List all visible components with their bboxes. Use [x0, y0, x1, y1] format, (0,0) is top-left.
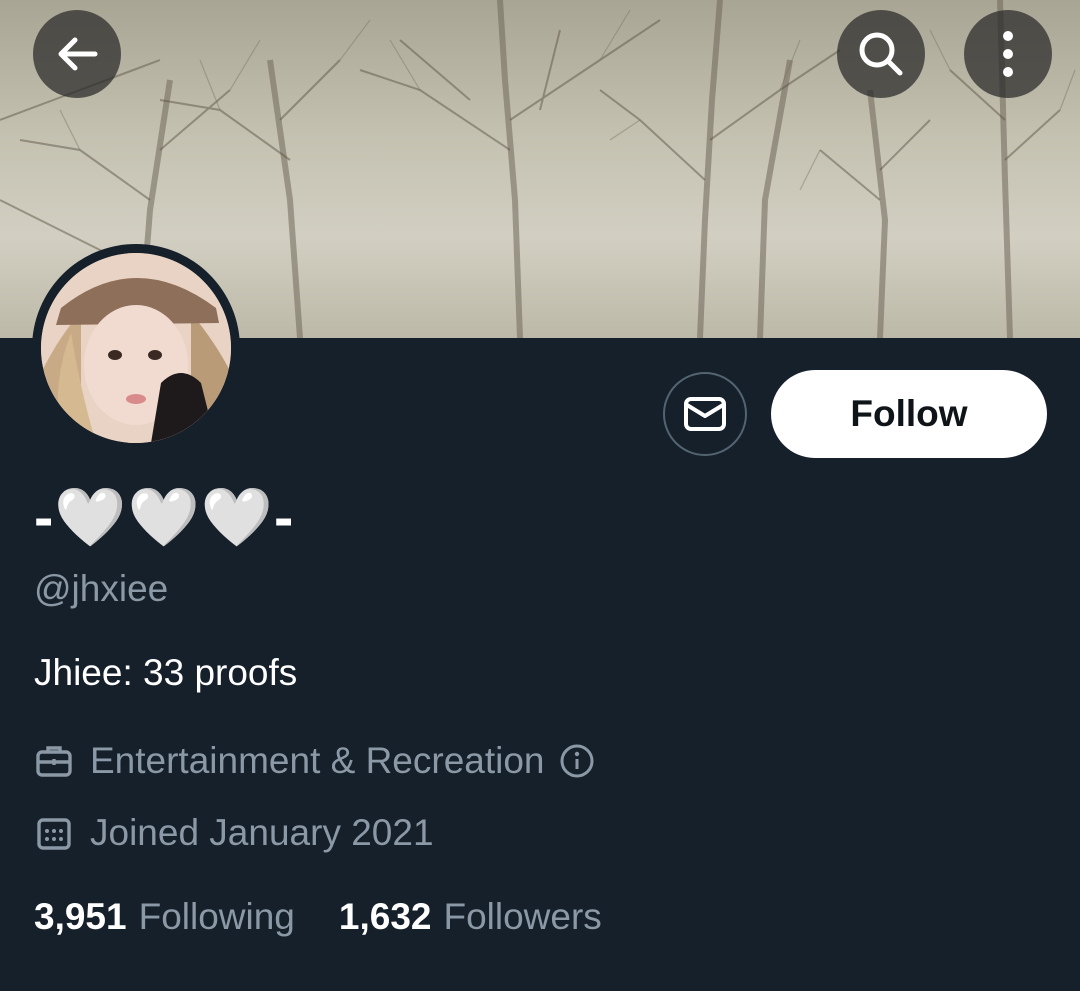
search-button[interactable]	[837, 10, 925, 98]
message-button[interactable]	[663, 372, 747, 456]
more-vertical-icon	[1003, 31, 1013, 77]
arrow-left-icon	[58, 37, 98, 71]
joined-row: Joined January 2021	[34, 812, 434, 854]
profile-avatar[interactable]	[32, 244, 240, 452]
following-count: 3,951	[34, 896, 127, 937]
briefcase-icon	[34, 741, 74, 781]
display-name: -🤍🤍🤍-	[34, 485, 295, 550]
more-options-button[interactable]	[964, 10, 1052, 98]
following-label: Following	[138, 896, 295, 937]
profile-bio: Jhiee: 33 proofs	[34, 652, 298, 693]
joined-date: Joined January 2021	[90, 812, 434, 853]
envelope-icon	[684, 397, 726, 431]
search-icon	[859, 32, 903, 76]
category-row: Entertainment & Recreation	[34, 740, 595, 782]
back-button[interactable]	[33, 10, 121, 98]
follow-stats: 3,951 Following 1,632 Followers	[34, 896, 602, 938]
calendar-icon	[34, 813, 74, 853]
category-label: Entertainment & Recreation	[90, 740, 545, 781]
followers-count: 1,632	[338, 896, 432, 937]
avatar-image	[41, 253, 231, 443]
user-handle: @jhxiee	[34, 568, 169, 609]
follow-button[interactable]: Follow	[771, 370, 1047, 458]
followers-stat[interactable]: 1,632 Followers	[339, 896, 602, 938]
info-icon[interactable]	[559, 743, 595, 779]
followers-label: Followers	[443, 896, 602, 937]
following-stat[interactable]: 3,951 Following	[34, 896, 295, 938]
